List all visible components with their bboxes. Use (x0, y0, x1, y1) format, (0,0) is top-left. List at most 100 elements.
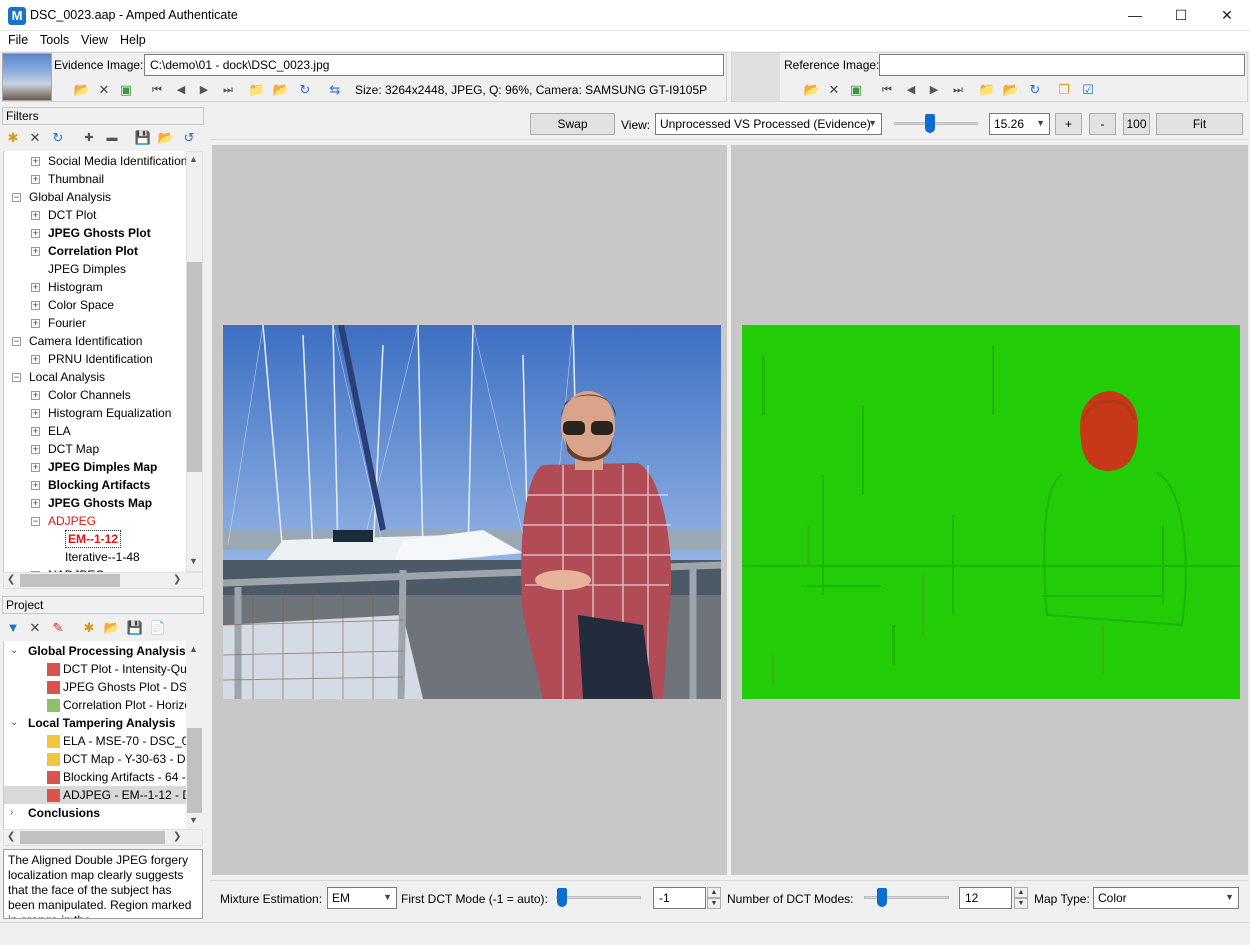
zoom-100-button[interactable]: 100 (1123, 113, 1150, 135)
scroll-left-icon[interactable]: ❮ (7, 574, 15, 585)
ref-reload-icon[interactable]: ↻ (1026, 81, 1044, 99)
close-window-button[interactable]: ✕ (1204, 0, 1250, 31)
filter-item[interactable]: + JPEG Ghosts Map (4, 494, 186, 512)
tree-chevron-icon[interactable]: ⌄ (10, 714, 18, 732)
delete-project-item-icon[interactable]: ✕ (26, 619, 44, 637)
filter-item[interactable]: + JPEG Ghosts Plot (4, 224, 186, 242)
expand-icon[interactable]: + (31, 319, 40, 328)
edit-note-icon[interactable]: ✎ (49, 619, 67, 637)
evidence-image[interactable] (223, 325, 721, 699)
expand-icon[interactable]: + (31, 391, 40, 400)
close-image-icon[interactable]: ✕ (95, 81, 113, 99)
project-item[interactable]: JPEG Ghosts Plot - DSC_0023 (4, 678, 186, 696)
project-scroll-right-icon[interactable]: ❯ (173, 831, 181, 842)
first-dct-spin-up[interactable]: ▲ (707, 887, 721, 898)
zoom-slider-track[interactable] (894, 122, 978, 125)
project-scroll-thumb[interactable] (187, 728, 202, 813)
collapse-icon[interactable]: − (31, 517, 40, 526)
filter-item[interactable]: + Social Media Identification (4, 152, 186, 170)
map-type-select[interactable]: Color ▼ (1093, 887, 1239, 909)
project-item[interactable]: Correlation Plot - Horizontal (4, 696, 186, 714)
ref-copy-icon[interactable]: ❐ (1055, 81, 1073, 99)
zoom-out-button[interactable]: - (1089, 113, 1116, 135)
refresh-filter-icon[interactable]: ↻ (49, 129, 67, 147)
first-image-icon[interactable]: ⏮ (148, 81, 166, 99)
expand-icon[interactable]: + (31, 157, 40, 166)
open-folder-icon[interactable]: 📂 (73, 81, 91, 99)
filter-item[interactable]: + Color Space (4, 296, 186, 314)
menu-help[interactable]: Help (120, 33, 146, 47)
ref-remove-batch-icon[interactable]: 📂 (1002, 81, 1020, 99)
filter-item[interactable]: JPEG Dimples (4, 260, 186, 278)
scroll-right-icon[interactable]: ❯ (173, 574, 181, 585)
project-scroll-up-icon[interactable]: ▲ (189, 644, 198, 654)
ref-previous-icon[interactable]: ◀ (902, 81, 920, 99)
expand-icon[interactable]: + (31, 499, 40, 508)
ref-check-icon[interactable]: ☑ (1079, 81, 1097, 99)
swap-button[interactable]: Swap (530, 113, 615, 135)
report-icon[interactable]: 📄 (149, 619, 167, 637)
filter-item[interactable]: + Color Channels (4, 386, 186, 404)
expand-icon[interactable]: + (31, 355, 40, 364)
open-project-icon[interactable]: 📂 (103, 619, 121, 637)
maximize-button[interactable]: ☐ (1158, 0, 1204, 31)
filter-item[interactable]: − Local Analysis (4, 368, 186, 386)
filter-item[interactable]: + Correlation Plot (4, 242, 186, 260)
menu-tools[interactable]: Tools (40, 33, 69, 47)
filter-item[interactable]: + Histogram Equalization (4, 404, 186, 422)
collapse-icon[interactable]: − (12, 337, 21, 346)
ref-close-image-icon[interactable]: ✕ (825, 81, 843, 99)
zoom-select[interactable]: 15.26 ▼ (989, 113, 1050, 135)
filters-hscroll-thumb[interactable] (20, 574, 120, 587)
collapse-icon[interactable]: − (12, 373, 21, 382)
project-item[interactable]: Blocking Artifacts - 64 - DSC (4, 768, 186, 786)
reference-path-input[interactable] (879, 54, 1245, 76)
filter-item[interactable]: EM--1-12 (4, 530, 186, 548)
sync-icon[interactable]: ⇆ (326, 81, 344, 99)
new-filter-icon[interactable]: ✱ (4, 129, 22, 147)
filter-item[interactable]: + Blocking Artifacts (4, 476, 186, 494)
expand-icon[interactable]: + (31, 211, 40, 220)
tree-chevron-icon[interactable]: › (10, 804, 13, 822)
expand-icon[interactable]: + (31, 283, 40, 292)
filter-item[interactable]: + PRNU Identification (4, 350, 186, 368)
open-batch-icon[interactable]: 📁 (248, 81, 266, 99)
ref-open-folder-icon[interactable]: 📂 (803, 81, 821, 99)
previous-image-icon[interactable]: ◀ (172, 81, 190, 99)
save-filters-icon[interactable]: 💾 (134, 129, 152, 147)
ref-last-icon[interactable]: ⏭ (949, 81, 967, 99)
project-scroll-down-icon[interactable]: ▼ (189, 815, 198, 825)
filter-item[interactable]: Iterative--1-48 (4, 548, 186, 566)
ref-open-batch-icon[interactable]: 📁 (978, 81, 996, 99)
project-scroll-left-icon[interactable]: ❮ (7, 831, 15, 842)
remove-batch-icon[interactable]: 📂 (272, 81, 290, 99)
filter-item[interactable]: + DCT Plot (4, 206, 186, 224)
first-dct-spin-down[interactable]: ▼ (707, 898, 721, 909)
num-dct-spin-down[interactable]: ▼ (1014, 898, 1028, 909)
collapse-all-icon[interactable]: ▬ (103, 129, 121, 147)
remove-filter-icon[interactable]: ✕ (26, 129, 44, 147)
expand-all-icon[interactable]: ✚ (80, 129, 98, 147)
filter-item[interactable]: − ADJPEG (4, 512, 186, 530)
expand-icon[interactable]: + (31, 427, 40, 436)
fit-button[interactable]: Fit (1156, 113, 1243, 135)
view-select[interactable]: Unprocessed VS Processed (Evidence) ▼ (655, 113, 882, 135)
project-group[interactable]: ⌄ Global Processing Analysis (4, 642, 186, 660)
project-item[interactable]: DCT Plot - Intensity-Quantization (4, 660, 186, 678)
scroll-down-icon[interactable]: ▼ (189, 556, 198, 566)
num-dct-spin-up[interactable]: ▲ (1014, 887, 1028, 898)
expand-icon[interactable]: + (31, 445, 40, 454)
first-dct-slider-track[interactable] (556, 896, 641, 899)
filter-project-icon[interactable]: ▼ (4, 619, 22, 637)
filter-item[interactable]: + Thumbnail (4, 170, 186, 188)
filter-item[interactable]: + DCT Map (4, 440, 186, 458)
filter-item[interactable]: + ELA (4, 422, 186, 440)
filters-scroll-thumb[interactable] (187, 262, 202, 472)
export-image-icon[interactable]: ▣ (117, 81, 135, 99)
filter-item[interactable]: − Camera Identification (4, 332, 186, 350)
expand-icon[interactable]: + (31, 229, 40, 238)
expand-icon[interactable]: + (31, 247, 40, 256)
notes-textarea[interactable]: The Aligned Double JPEG forgery localiza… (3, 849, 203, 919)
next-image-icon[interactable]: ▶ (195, 81, 213, 99)
project-item[interactable]: DCT Map - Y-30-63 - DSC_0023 (4, 750, 186, 768)
